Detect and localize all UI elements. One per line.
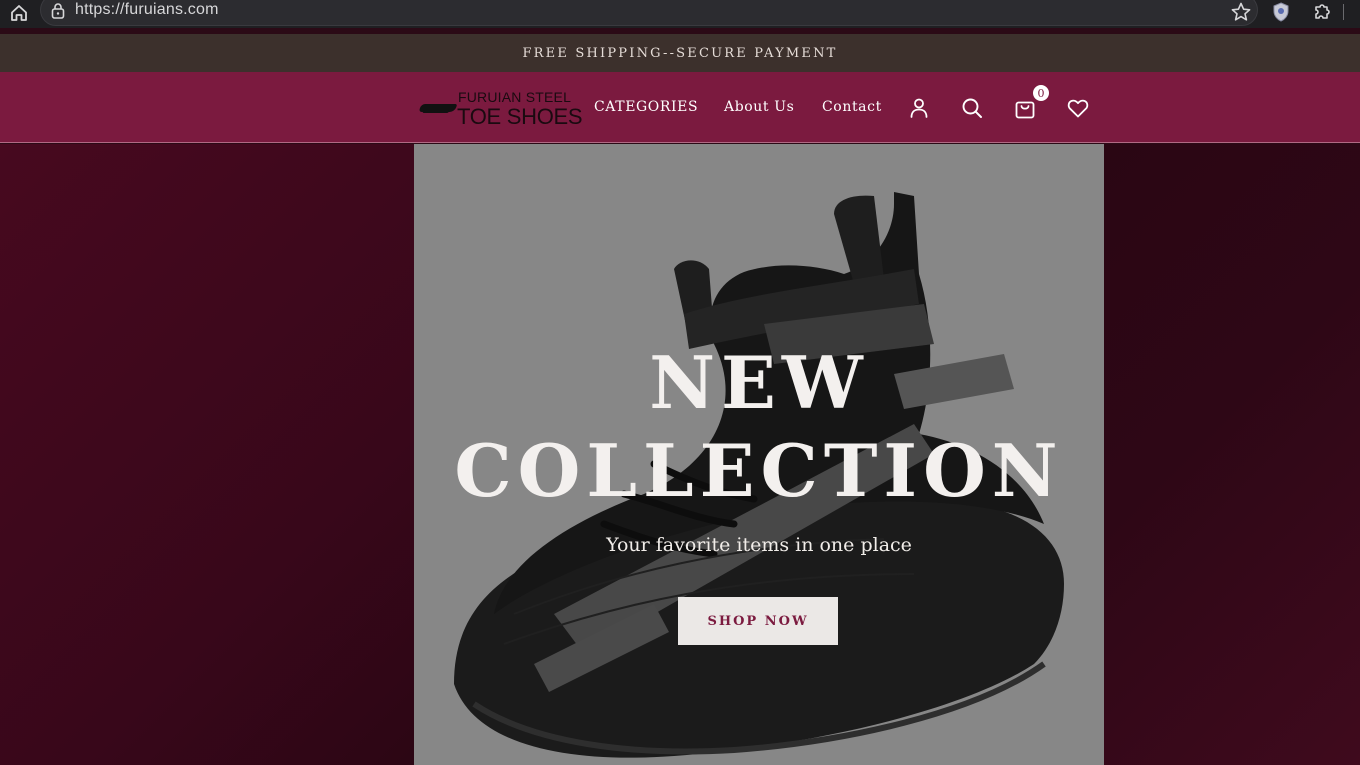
heart-icon[interactable]	[1066, 96, 1090, 120]
address-bar[interactable]	[40, 0, 1258, 26]
logo-line-1: FURUIAN STEEL	[458, 89, 572, 105]
toolbar-divider	[1343, 4, 1344, 20]
nav-categories[interactable]: CATEGORIES	[594, 99, 698, 115]
puzzle-extension-icon[interactable]	[1311, 1, 1333, 28]
announcement-text: FREE SHIPPING--SECURE PAYMENT	[522, 45, 838, 61]
hero-title-line-2: COLLECTION	[454, 428, 1064, 513]
url-text[interactable]: https://furuians.com	[75, 1, 219, 19]
user-icon[interactable]	[907, 96, 931, 120]
site-header: FURUIAN STEEL TOE SHOES CATEGORIES About…	[0, 72, 1360, 143]
logo-brush-mark	[418, 104, 458, 112]
announcement-bar: FREE SHIPPING--SECURE PAYMENT	[0, 34, 1360, 72]
shop-now-button[interactable]: SHOP NOW	[678, 597, 838, 645]
browser-toolbar: https://furuians.com	[0, 0, 1360, 28]
logo-line-2: TOE SHOES	[457, 104, 583, 129]
nav-about-us[interactable]: About Us	[724, 99, 794, 115]
hero-title-line-1: NEW	[649, 340, 869, 425]
search-icon[interactable]	[960, 96, 984, 120]
home-icon[interactable]	[6, 1, 32, 25]
brand-logo[interactable]: FURUIAN STEEL TOE SHOES	[418, 88, 583, 130]
shopping-bag-icon[interactable]	[1013, 96, 1037, 120]
bookmark-star-icon[interactable]	[1230, 1, 1252, 28]
hero-subtitle: Your favorite items in one place	[606, 534, 912, 556]
shield-extension-icon[interactable]	[1271, 1, 1291, 28]
cart-count-badge: 0	[1033, 85, 1049, 101]
hero-banner: NEW COLLECTION Your favorite items in on…	[414, 144, 1104, 765]
nav-contact[interactable]: Contact	[822, 99, 882, 115]
lock-icon	[50, 2, 66, 25]
